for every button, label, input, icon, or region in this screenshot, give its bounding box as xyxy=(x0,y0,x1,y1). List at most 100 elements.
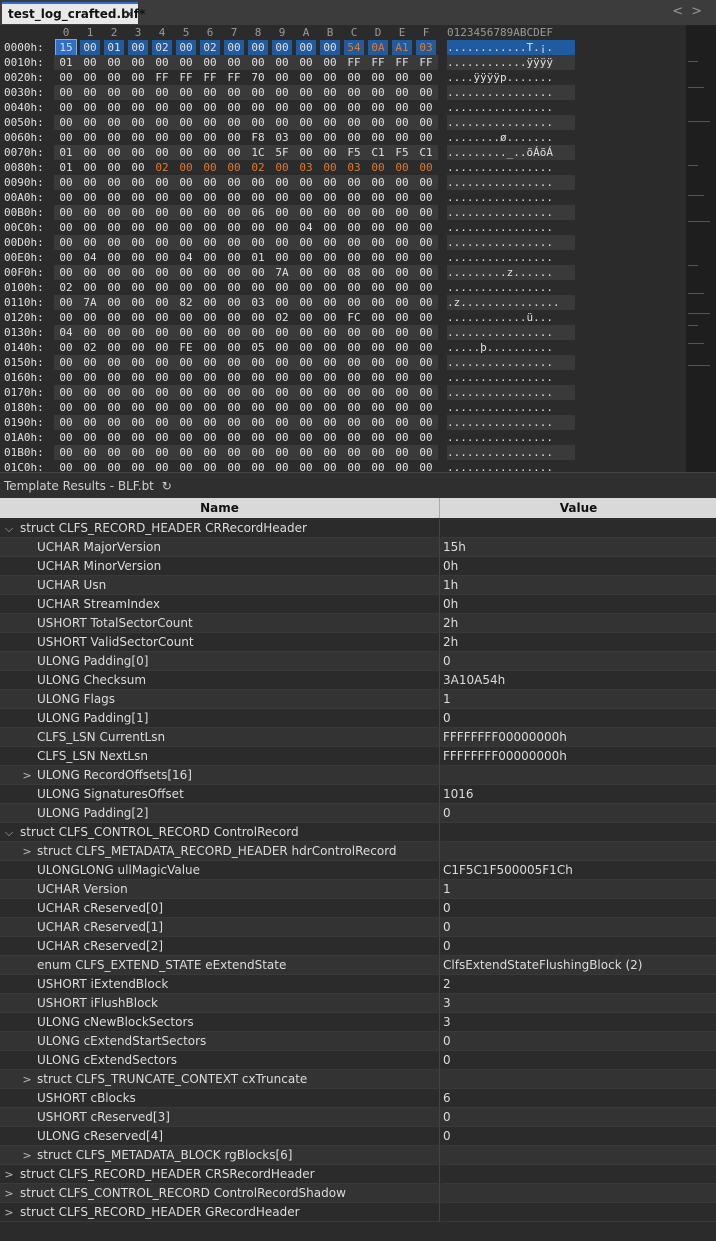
hex-byte[interactable]: 00 xyxy=(224,415,244,430)
hex-row[interactable]: 01B0h: 00 00 00 00 00 00 00 00 00 00 00 00 00 00 00 00..… xyxy=(0,445,680,460)
template-row[interactable]: ⌵ struct CLFS_CONTROL_RECORD ControlRecor… xyxy=(0,823,716,842)
hex-byte[interactable]: 00 xyxy=(416,445,436,460)
template-row[interactable]: ULONG Checksum 3A10A54h xyxy=(0,671,716,690)
hex-byte[interactable]: 00 xyxy=(80,445,100,460)
hex-byte[interactable]: 00 xyxy=(104,160,124,175)
hex-byte[interactable]: 00 xyxy=(200,445,220,460)
chevron-right-icon[interactable]: > xyxy=(4,1203,14,1221)
hex-row[interactable]: 0010h: 01 00 00 00 00 00 00 00 00 00 00 00 FF FF FF FF..… xyxy=(0,55,680,70)
hex-byte[interactable]: 00 xyxy=(416,340,436,355)
hex-byte[interactable]: 00 xyxy=(344,400,364,415)
hex-byte[interactable]: 00 xyxy=(176,145,196,160)
template-row-value[interactable]: 0 xyxy=(441,1108,716,1127)
hex-byte[interactable]: 00 xyxy=(368,370,388,385)
hex-byte[interactable]: 00 xyxy=(248,370,268,385)
template-row-value[interactable]: 0 xyxy=(441,652,716,671)
template-row[interactable]: CLFS_LSN NextLsn FFFFFFFF00000000h xyxy=(0,747,716,766)
file-tab[interactable]: test_log_crafted.blf* × xyxy=(2,2,145,24)
hex-byte[interactable]: 00 xyxy=(224,340,244,355)
hex-byte[interactable]: 00 xyxy=(248,115,268,130)
chevron-down-icon[interactable]: ⌵ xyxy=(4,519,14,537)
hex-row[interactable]: 0040h: 00 00 00 00 00 00 00 00 00 00 00 00 00 00 00 00..… xyxy=(0,100,680,115)
hex-row[interactable]: 0050h: 00 00 00 00 00 00 00 00 00 00 00 00 00 00 00 00..… xyxy=(0,115,680,130)
hex-byte[interactable]: 00 xyxy=(224,115,244,130)
template-row-value[interactable]: 2h xyxy=(441,633,716,652)
template-row[interactable]: CLFS_LSN CurrentLsn FFFFFFFF00000000h xyxy=(0,728,716,747)
hex-byte[interactable]: 00 xyxy=(224,175,244,190)
hex-byte[interactable]: 00 xyxy=(128,370,148,385)
hex-byte[interactable]: 00 xyxy=(80,415,100,430)
template-row-value[interactable]: 1 xyxy=(441,690,716,709)
hex-byte[interactable]: 00 xyxy=(80,280,100,295)
hex-byte[interactable]: 00 xyxy=(248,460,268,472)
hex-ascii[interactable]: ................ xyxy=(447,445,575,460)
template-row-value[interactable] xyxy=(441,519,716,538)
hex-byte[interactable]: 00 xyxy=(128,265,148,280)
hex-byte[interactable]: 00 xyxy=(200,295,220,310)
hex-byte[interactable]: 00 xyxy=(128,400,148,415)
hex-byte[interactable]: 00 xyxy=(128,100,148,115)
hex-byte[interactable]: 00 xyxy=(200,280,220,295)
hex-byte[interactable]: 00 xyxy=(56,310,76,325)
hex-byte[interactable]: 00 xyxy=(248,280,268,295)
hex-byte[interactable]: 00 xyxy=(296,325,316,340)
hex-byte[interactable]: 00 xyxy=(104,265,124,280)
hex-byte[interactable]: 00 xyxy=(80,175,100,190)
hex-ascii[interactable]: ................ xyxy=(447,160,575,175)
hex-byte[interactable]: 00 xyxy=(272,340,292,355)
hex-byte[interactable]: 00 xyxy=(200,115,220,130)
hex-byte[interactable]: 00 xyxy=(320,280,340,295)
hex-byte[interactable]: 00 xyxy=(128,235,148,250)
template-row-value[interactable]: 2 xyxy=(441,975,716,994)
chevron-right-icon[interactable]: > xyxy=(4,1184,14,1202)
template-row-value[interactable]: FFFFFFFF00000000h xyxy=(441,747,716,766)
hex-byte[interactable]: F5 xyxy=(344,145,364,160)
hex-byte[interactable]: C1 xyxy=(416,145,436,160)
hex-byte[interactable]: 00 xyxy=(224,460,244,472)
template-row[interactable]: UCHAR Version 1 xyxy=(0,880,716,899)
value-column-header[interactable]: Value xyxy=(441,498,716,518)
hex-byte[interactable]: 00 xyxy=(296,340,316,355)
chevron-right-icon[interactable]: > xyxy=(22,1146,32,1164)
hex-byte[interactable]: 00 xyxy=(344,295,364,310)
hex-byte[interactable]: 03 xyxy=(296,160,316,175)
hex-byte[interactable]: 00 xyxy=(80,400,100,415)
hex-byte[interactable]: 00 xyxy=(272,115,292,130)
hex-row[interactable]: 0020h: 00 00 00 00 FF FF FF FF 70 00 00 00 00 00 00 00..… xyxy=(0,70,680,85)
hex-ascii[interactable]: ................ xyxy=(447,430,575,445)
hex-byte[interactable]: 00 xyxy=(272,355,292,370)
hex-byte[interactable]: 00 xyxy=(320,400,340,415)
hex-byte[interactable]: 5F xyxy=(272,145,292,160)
hex-byte[interactable]: 00 xyxy=(128,175,148,190)
hex-byte[interactable]: 00 xyxy=(248,55,268,70)
hex-byte[interactable]: 00 xyxy=(320,85,340,100)
hex-byte[interactable]: 00 xyxy=(416,355,436,370)
hex-row[interactable]: 00B0h: 00 00 00 00 00 00 00 00 06 00 00 00 00 00 00 00..… xyxy=(0,205,680,220)
hex-byte[interactable]: 00 xyxy=(248,445,268,460)
hex-byte[interactable]: 00 xyxy=(152,340,172,355)
hex-byte[interactable]: 00 xyxy=(272,460,292,472)
hex-byte[interactable]: 01 xyxy=(248,250,268,265)
hex-byte[interactable]: 00 xyxy=(320,295,340,310)
hex-byte[interactable]: 00 xyxy=(392,295,412,310)
hex-byte[interactable]: 00 xyxy=(176,310,196,325)
hex-byte[interactable]: 00 xyxy=(200,400,220,415)
chevron-right-icon[interactable]: > xyxy=(22,1070,32,1088)
hex-byte[interactable]: 00 xyxy=(392,415,412,430)
hex-byte[interactable]: 00 xyxy=(296,430,316,445)
hex-byte[interactable]: 00 xyxy=(272,205,292,220)
hex-byte[interactable]: 00 xyxy=(272,220,292,235)
hex-byte[interactable]: 00 xyxy=(176,190,196,205)
hex-byte[interactable]: FF xyxy=(200,70,220,85)
hex-byte[interactable]: 00 xyxy=(392,310,412,325)
hex-byte[interactable]: 00 xyxy=(392,130,412,145)
hex-byte[interactable]: 00 xyxy=(56,430,76,445)
hex-byte[interactable]: 00 xyxy=(104,220,124,235)
hex-byte[interactable]: 00 xyxy=(56,355,76,370)
template-row-value[interactable]: ClfsExtendStateFlushingBlock (2) xyxy=(441,956,716,975)
hex-byte[interactable]: 00 xyxy=(416,250,436,265)
chevron-right-icon[interactable]: > xyxy=(22,766,32,784)
hex-row[interactable]: 0080h: 01 00 00 00 02 00 00 00 02 00 03 00 03 00 00 00..… xyxy=(0,160,680,175)
hex-byte[interactable]: 00 xyxy=(176,175,196,190)
hex-byte[interactable]: 00 xyxy=(344,100,364,115)
